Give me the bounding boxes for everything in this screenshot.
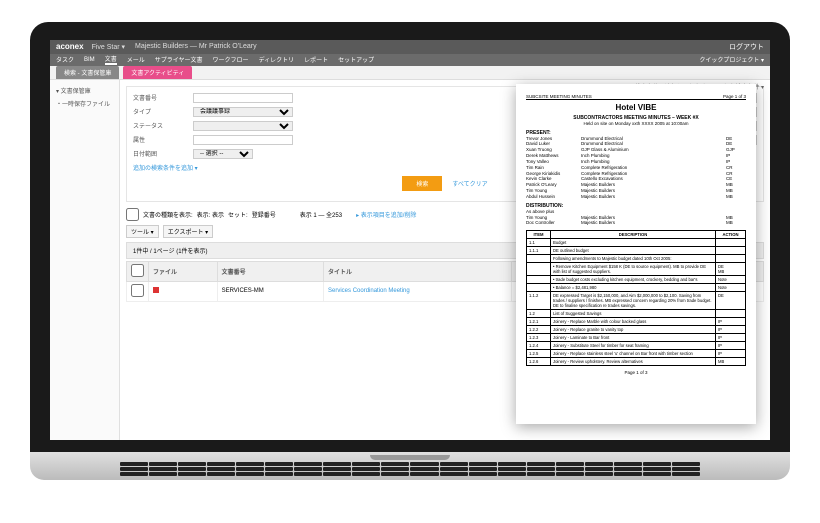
select-type[interactable]: 会議議事録 bbox=[193, 107, 293, 117]
logout-link[interactable]: ログアウト bbox=[729, 42, 764, 52]
document-preview: SUBCSITE MEETING MINUTES Page 1 of 3 Hot… bbox=[516, 84, 756, 424]
pv-dist-row: Doc ControllerMajestic BuildersMB bbox=[526, 220, 746, 226]
pv-item-row: 1.1.2DE expressed Target is $2,150,000, … bbox=[527, 292, 746, 310]
pv-hdr-right: Page 1 of 3 bbox=[723, 94, 746, 99]
select-all-checkbox[interactable] bbox=[126, 208, 139, 221]
pv-item-row: 1.1.1DE outlined budget bbox=[527, 247, 746, 255]
top-header: aconex Five Star ▾ Majestic Builders — M… bbox=[50, 40, 770, 54]
row-select-all[interactable] bbox=[131, 264, 144, 277]
brand-logo: aconex bbox=[56, 42, 84, 51]
project-selector[interactable]: Five Star ▾ bbox=[92, 43, 125, 51]
pv-attendee-row: Abdul HusseinMajestic BuildersMB bbox=[526, 194, 746, 200]
app-screen: aconex Five Star ▾ Majestic Builders — M… bbox=[50, 40, 770, 440]
col-title[interactable]: タイトル bbox=[324, 261, 512, 281]
label-attr: 属性 bbox=[133, 135, 193, 144]
pv-th-act: ACTION bbox=[716, 231, 746, 239]
cell-docno: SERVICES-MM bbox=[217, 281, 323, 301]
pv-th-desc: DESCRIPTION bbox=[551, 231, 716, 239]
sidebar-header[interactable]: ▾ 文書保管庫 bbox=[54, 84, 115, 97]
pv-hdr-left: SUBCSITE MEETING MINUTES bbox=[526, 94, 592, 99]
clear-link[interactable]: すべてクリア bbox=[452, 179, 487, 188]
select-status[interactable] bbox=[193, 121, 293, 131]
tool-label3: セット: bbox=[228, 210, 248, 219]
nav-tasks[interactable]: タスク bbox=[56, 55, 74, 64]
pv-item-row: • Remove Kitchen Equipment $158 K (DE to… bbox=[527, 263, 746, 276]
sidebar-drafts[interactable]: ・一時保存ファイル bbox=[54, 97, 115, 110]
result-count: 1件中 / 1ページ (1件を表示) bbox=[133, 246, 208, 255]
input-docno[interactable] bbox=[193, 93, 293, 103]
add-columns-link[interactable]: ▸ 表示項目を追加/削除 bbox=[356, 210, 416, 219]
tool-label2: 表示: 表示 bbox=[197, 210, 224, 219]
nav-bim[interactable]: BIM bbox=[84, 57, 95, 63]
pv-item-row: Following amendments to Majestic budget … bbox=[527, 255, 746, 263]
pv-th-item: ITEM bbox=[527, 231, 551, 239]
sub-tabs: 検索 - 文書保管庫 文書アクティビティ bbox=[50, 66, 770, 80]
col-docno[interactable]: 文書番号 bbox=[217, 261, 323, 281]
pv-items-table: ITEM DESCRIPTION ACTION 1.1Budget1.1.1DE… bbox=[526, 230, 746, 366]
nav-docs[interactable]: 文書 bbox=[105, 54, 117, 65]
pv-item-row: 1.2.4Joinery - Substitute Steel for timb… bbox=[527, 342, 746, 350]
org-label: Majestic Builders — Mr Patrick O'Leary bbox=[135, 43, 257, 50]
pv-title: Hotel VIBE bbox=[526, 103, 746, 112]
file-icon[interactable] bbox=[153, 287, 159, 293]
nav-workflow[interactable]: ワークフロー bbox=[213, 55, 249, 64]
nav-help[interactable]: クイックプロジェクト ▾ bbox=[699, 55, 764, 64]
label-status: ステータス bbox=[133, 121, 193, 130]
nav-setup[interactable]: セットアップ bbox=[338, 55, 374, 64]
row-checkbox[interactable] bbox=[131, 284, 144, 297]
laptop-frame: aconex Five Star ▾ Majestic Builders — M… bbox=[30, 22, 790, 502]
tool-export[interactable]: エクスポート ▾ bbox=[163, 225, 214, 238]
nav-supplier[interactable]: サプライヤー文書 bbox=[155, 55, 203, 64]
pv-item-row: 1.2.6Joinery - Review upholstery. Review… bbox=[527, 358, 746, 366]
pv-item-row: 1.2.1Joinery - Replace Marble with colou… bbox=[527, 318, 746, 326]
label-type: タイプ bbox=[133, 107, 193, 116]
tool-label1: 文書の種類を表示: bbox=[143, 210, 193, 219]
tool-label4: 登録番号 bbox=[252, 210, 276, 219]
tool-dropdown[interactable]: ツール ▾ bbox=[126, 225, 159, 238]
pv-item-row: 1.1Budget bbox=[527, 239, 746, 247]
nav-mail[interactable]: メール bbox=[127, 55, 145, 64]
laptop-base bbox=[30, 452, 790, 480]
add-condition-link[interactable]: 追加の検索条件を追加 ▾ bbox=[133, 163, 198, 172]
main-nav: タスク BIM 文書 メール サプライヤー文書 ワークフロー ディレクトリ レポ… bbox=[50, 54, 770, 66]
pv-date: Held on site on Monday xxth XXXX 2005 at… bbox=[526, 121, 746, 126]
pv-item-row: 1.2.3Joinery - Laminate to Bar frontIP bbox=[527, 334, 746, 342]
col-file[interactable]: ファイル bbox=[149, 261, 218, 281]
nav-reports[interactable]: レポート bbox=[304, 55, 328, 64]
search-button[interactable]: 検索 bbox=[402, 176, 442, 191]
pv-item-row: • Balance = $2,481,980Note bbox=[527, 284, 746, 292]
nav-directory[interactable]: ディレクトリ bbox=[259, 55, 295, 64]
cell-title-link[interactable]: Services Coordination Meeting bbox=[328, 288, 410, 294]
pv-item-row: 1.2.5Joinery - Replace stainless steel '… bbox=[527, 350, 746, 358]
pager-label: 表示 1 — 全253 bbox=[300, 210, 342, 219]
left-sidebar: ▾ 文書保管庫 ・一時保存ファイル bbox=[50, 80, 120, 440]
label-date: 日付範囲 bbox=[133, 149, 193, 158]
pv-item-row: 1.2.2Joinery - Replace granite to vanity… bbox=[527, 326, 746, 334]
pv-footer: Page 1 of 3 bbox=[526, 370, 746, 375]
tab-search[interactable]: 検索 - 文書保管庫 bbox=[56, 66, 119, 79]
tab-activity[interactable]: 文書アクティビティ bbox=[123, 66, 192, 79]
input-attr[interactable] bbox=[193, 135, 293, 145]
label-docno: 文書番号 bbox=[133, 93, 193, 102]
pv-item-row: 1.2List of Suggested Savings bbox=[527, 310, 746, 318]
pv-item-row: • trade budget costs excluding kitchen e… bbox=[527, 276, 746, 284]
select-date[interactable]: -- 選択 -- bbox=[193, 149, 253, 159]
